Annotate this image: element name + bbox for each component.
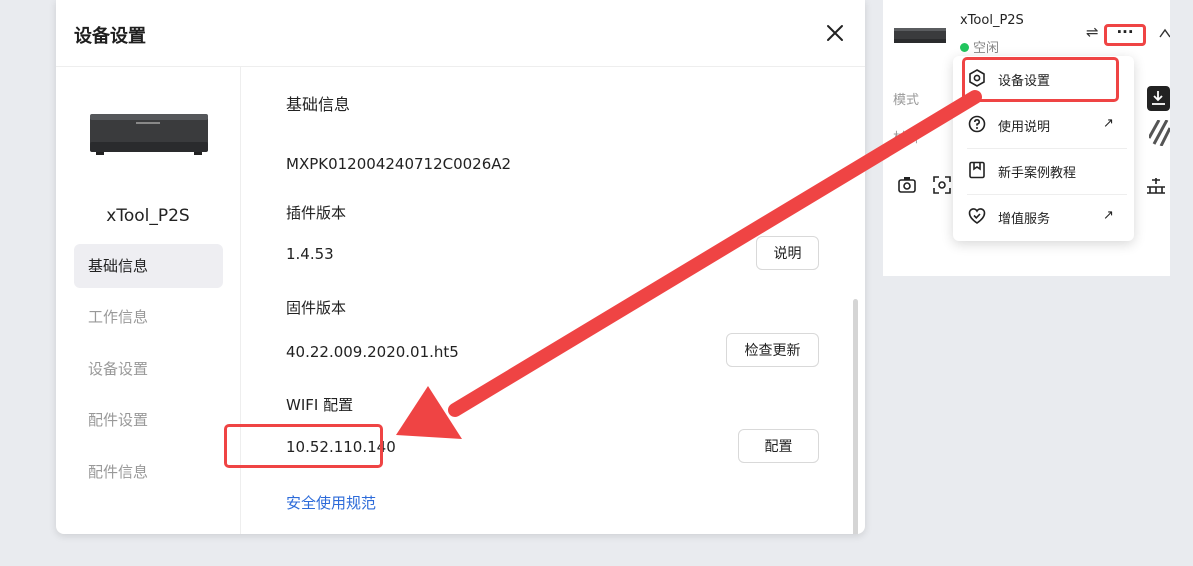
status-text: 空闲 xyxy=(973,41,1000,56)
nav-item-work-info[interactable]: 工作信息 xyxy=(74,295,223,339)
plugin-version-value: 1.4.53 xyxy=(286,245,334,263)
menu-item-value-added-services[interactable]: 增值服务 ↗ xyxy=(953,194,1134,240)
safety-guidelines-link[interactable]: 安全使用规范 xyxy=(286,492,376,513)
switch-device-icon[interactable]: ⇌ xyxy=(1086,23,1099,41)
check-shield-icon xyxy=(968,208,986,224)
bookmark-icon xyxy=(969,161,985,179)
firmware-version-label: 固件版本 xyxy=(286,299,347,317)
device-name: xTool_P2S xyxy=(106,206,190,226)
menu-item-label: 新手案例教程 xyxy=(998,166,1077,181)
material-label: 材料 xyxy=(893,131,920,146)
material-pattern-icon[interactable] xyxy=(1149,120,1170,146)
nav-item-device-settings[interactable]: 设备设置 xyxy=(74,347,223,391)
scan-focus-icon[interactable] xyxy=(933,176,951,194)
nav-item-accessory-settings[interactable]: 配件设置 xyxy=(74,398,223,442)
help-circle-icon xyxy=(968,115,986,133)
menu-item-label: 使用说明 xyxy=(998,120,1051,135)
device-thumbnail xyxy=(894,28,946,43)
mode-icon[interactable] xyxy=(1147,86,1170,111)
panel-status: 空闲 xyxy=(960,37,999,56)
external-link-icon: ↗ xyxy=(1103,208,1114,223)
wifi-config-label: WIFI 配置 xyxy=(286,396,354,414)
content-scrollbar[interactable] xyxy=(853,299,858,534)
menu-annotation-box xyxy=(962,57,1119,102)
close-button[interactable] xyxy=(820,18,850,48)
mode-label: 模式 xyxy=(893,93,920,108)
plugin-version-label: 插件版本 xyxy=(286,204,347,222)
ip-annotation-box xyxy=(224,424,383,468)
device-settings-dialog: 设备设置 xTool_P2S 基础信息 工作信息 设备设置 配件设置 配件信息 … xyxy=(56,0,865,534)
dialog-header: 设备设置 xyxy=(56,0,865,67)
grid-measure-icon[interactable] xyxy=(1146,177,1166,194)
upload-icon[interactable] xyxy=(1159,25,1170,39)
camera-icon[interactable] xyxy=(898,176,916,194)
device-image xyxy=(90,114,208,155)
more-menu-button[interactable]: ··· xyxy=(1104,24,1146,46)
nav-item-accessory-info[interactable]: 配件信息 xyxy=(74,450,223,494)
section-title: 基础信息 xyxy=(286,95,351,114)
panel-device-name: xTool_P2S xyxy=(960,13,1024,28)
status-dot-icon xyxy=(960,43,969,52)
close-icon xyxy=(827,25,843,41)
serial-number: MXPK012004240712C0026A2 xyxy=(286,155,512,173)
menu-item-user-guide[interactable]: 使用说明 ↗ xyxy=(953,102,1134,148)
menu-item-label: 增值服务 xyxy=(998,212,1051,227)
external-link-icon: ↗ xyxy=(1103,116,1114,131)
check-update-button[interactable]: 检查更新 xyxy=(726,333,819,367)
menu-item-beginner-tutorials[interactable]: 新手案例教程 xyxy=(953,148,1134,194)
nav-item-basic-info[interactable]: 基础信息 xyxy=(74,244,223,288)
plugin-notes-button[interactable]: 说明 xyxy=(756,236,819,270)
firmware-version-value: 40.22.009.2020.01.ht5 xyxy=(286,343,459,361)
wifi-config-button[interactable]: 配置 xyxy=(738,429,819,463)
dialog-sidebar: xTool_P2S 基础信息 工作信息 设备设置 配件设置 配件信息 xyxy=(56,67,241,534)
dialog-title: 设备设置 xyxy=(74,26,146,47)
